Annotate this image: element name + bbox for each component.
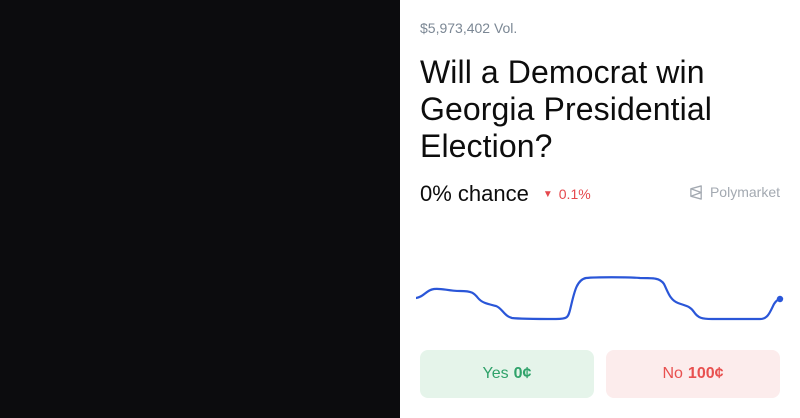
no-price: 100¢: [687, 365, 724, 382]
polymarket-logo-icon: [690, 184, 702, 200]
buy-no-button[interactable]: No 100¢: [606, 350, 780, 398]
change-value: 0.1%: [558, 186, 591, 202]
brand[interactable]: Polymarket: [689, 184, 780, 200]
media-panel: [0, 0, 400, 418]
volume-text: $5,973,402 Vol.: [420, 20, 518, 36]
chance-row: 0% chance ▼ 0.1%: [420, 180, 591, 208]
no-label: No: [662, 365, 683, 382]
market-question[interactable]: Will a Democrat win Georgia Presidential…: [420, 54, 780, 165]
down-triangle-icon: ▼: [542, 188, 553, 200]
price-history-chart: [416, 276, 784, 321]
chance-value: 0% chance: [420, 181, 529, 206]
yes-label: Yes: [482, 365, 509, 382]
brand-name: Polymarket: [709, 184, 780, 200]
buy-yes-button[interactable]: Yes 0¢: [420, 350, 594, 398]
yes-price: 0¢: [513, 365, 532, 382]
market-card[interactable]: $5,973,402 Vol. Will a Democrat win Geor…: [400, 0, 800, 418]
price-history-line: [416, 276, 782, 321]
latest-point-marker: [776, 295, 784, 303]
change-badge: ▼ 0.1%: [543, 186, 591, 202]
